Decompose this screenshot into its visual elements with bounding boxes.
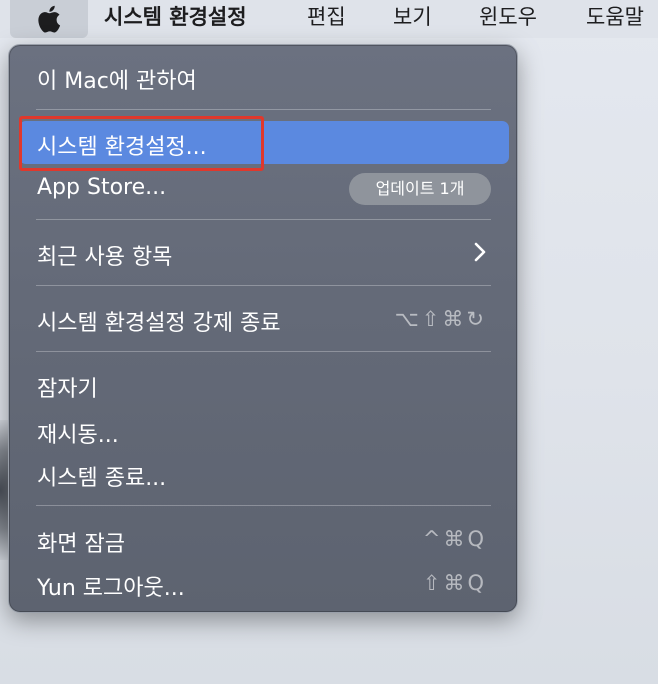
update-badge: 업데이트 1개 [349, 173, 491, 205]
shortcut-force-quit: ⌥⇧⌘↻ [394, 307, 487, 331]
menu-separator [36, 219, 491, 220]
shortcut-log-out: ⇧⌘Q [422, 571, 487, 595]
menu-item-about-this-mac[interactable]: 이 Mac에 관하여 [37, 63, 197, 95]
menu-separator [36, 109, 491, 110]
menu-separator [36, 351, 491, 352]
menu-item-log-out[interactable]: Yun 로그아웃... [37, 570, 185, 602]
apple-menu-button[interactable] [10, 0, 88, 38]
menu-item-restart[interactable]: 재시동... [37, 417, 119, 449]
menu-separator [36, 285, 491, 286]
menubar-app-name[interactable]: 시스템 환경설정 [104, 0, 247, 34]
menu-item-lock-screen[interactable]: 화면 잠금 [37, 526, 125, 558]
shortcut-lock-screen: ^⌘Q [422, 527, 487, 551]
menubar-help[interactable]: 도움말 [586, 0, 644, 34]
menu-item-force-quit[interactable]: 시스템 환경설정 강제 종료 [37, 305, 281, 337]
menu-item-recent-items[interactable]: 최근 사용 항목 [37, 239, 172, 271]
menu-item-sleep[interactable]: 잠자기 [37, 371, 98, 403]
menubar-view[interactable]: 보기 [393, 0, 432, 34]
menu-item-shut-down[interactable]: 시스템 종료... [37, 460, 166, 492]
annotation-highlight-box [19, 116, 264, 171]
menu-separator [36, 505, 491, 506]
menubar-edit[interactable]: 편집 [307, 0, 346, 34]
apple-menu-dropdown: 이 Mac에 관하여 시스템 환경설정... App Store... 업데이트… [8, 44, 518, 613]
menubar-window[interactable]: 윈도우 [479, 0, 537, 34]
chevron-right-icon [474, 242, 486, 262]
menu-item-app-store[interactable]: App Store... [37, 175, 166, 200]
menu-bar: 시스템 환경설정 편집 보기 윈도우 도움말 [0, 0, 658, 38]
apple-logo-icon [38, 5, 61, 33]
